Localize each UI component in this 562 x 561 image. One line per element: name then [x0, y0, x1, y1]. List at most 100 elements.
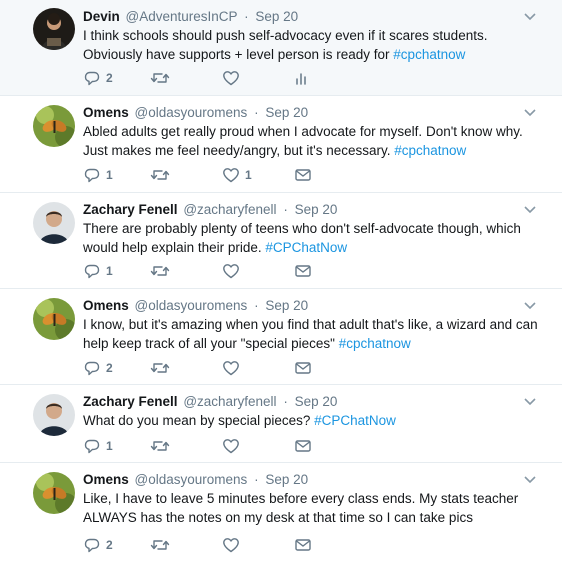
like-button[interactable]	[222, 436, 240, 456]
reply-button[interactable]: 1	[83, 436, 113, 456]
tweet[interactable]: Zachary Fenell @zacharyfenell · Sep 20 W…	[0, 385, 562, 463]
tweet-actions: 1	[83, 436, 343, 456]
tweet-date[interactable]: Sep 20	[265, 298, 308, 313]
tweet-thread: Devin @AdventuresInCP · Sep 20 I think s…	[0, 0, 562, 561]
avatar-devin[interactable]	[33, 8, 75, 50]
like-button[interactable]	[222, 535, 240, 555]
user-handle[interactable]: @oldasyouromens	[135, 105, 248, 120]
tweet[interactable]: Omens @oldasyouromens · Sep 20 I know, b…	[0, 289, 562, 385]
reply-button[interactable]: 2	[83, 68, 113, 88]
reply-icon	[84, 439, 100, 454]
separator-dot: ·	[254, 472, 259, 487]
tweet-text: Abled adults get really proud when I adv…	[83, 123, 550, 160]
display-name[interactable]: Omens	[83, 105, 129, 120]
retweet-icon	[150, 540, 170, 550]
chevron-down-icon[interactable]	[522, 203, 538, 215]
tweet-date[interactable]: Sep 20	[265, 472, 308, 487]
retweet-icon	[150, 363, 170, 373]
tweet[interactable]: Omens @oldasyouromens · Sep 20 Like, I h…	[0, 463, 562, 561]
retweet-button[interactable]	[150, 535, 170, 555]
tweet-actions: 2	[83, 358, 343, 378]
reply-count: 1	[106, 264, 113, 278]
hashtag-link[interactable]: #cpchatnow	[339, 336, 411, 351]
direct-message-button[interactable]	[294, 165, 312, 185]
avatar-zachary[interactable]	[33, 394, 75, 436]
tweet-date[interactable]: Sep 20	[295, 394, 338, 409]
reply-button[interactable]: 2	[83, 535, 113, 555]
tweet[interactable]: Omens @oldasyouromens · Sep 20 Abled adu…	[0, 96, 562, 193]
analytics-button[interactable]	[294, 68, 310, 88]
display-name[interactable]: Omens	[83, 472, 129, 487]
user-handle[interactable]: @oldasyouromens	[135, 472, 248, 487]
analytics-icon	[296, 73, 306, 85]
tweet-date[interactable]: Sep 20	[255, 9, 298, 24]
tweet-actions: 1 1	[83, 165, 343, 185]
display-name[interactable]: Omens	[83, 298, 129, 313]
retweet-button[interactable]	[150, 261, 170, 281]
heart-icon	[223, 71, 239, 86]
avatar-zachary[interactable]	[33, 202, 75, 244]
retweet-button[interactable]	[150, 436, 170, 456]
hashtag-link[interactable]: #cpchatnow	[394, 143, 466, 158]
tweet-actions: 1	[83, 261, 343, 281]
reply-count: 1	[106, 168, 113, 182]
reply-button[interactable]: 1	[83, 165, 113, 185]
direct-message-button[interactable]	[294, 358, 312, 378]
direct-message-button[interactable]	[294, 535, 312, 555]
like-button[interactable]	[222, 68, 240, 88]
separator-dot: ·	[254, 105, 259, 120]
hashtag-link[interactable]: #CPChatNow	[314, 413, 396, 428]
tweet-header: Zachary Fenell @zacharyfenell · Sep 20	[83, 393, 550, 411]
like-button[interactable]: 1	[222, 165, 252, 185]
retweet-button[interactable]	[150, 358, 170, 378]
chevron-down-icon[interactable]	[522, 106, 538, 118]
avatar-omens[interactable]	[33, 472, 75, 514]
user-handle[interactable]: @oldasyouromens	[135, 298, 248, 313]
tweet-date[interactable]: Sep 20	[265, 105, 308, 120]
direct-message-button[interactable]	[294, 261, 312, 281]
tweet[interactable]: Devin @AdventuresInCP · Sep 20 I think s…	[0, 0, 562, 96]
separator-dot: ·	[254, 298, 259, 313]
tweet-date[interactable]: Sep 20	[295, 202, 338, 217]
display-name[interactable]: Zachary Fenell	[83, 202, 178, 217]
reply-button[interactable]: 1	[83, 261, 113, 281]
tweet-body: What do you mean by special pieces?	[83, 413, 315, 428]
chevron-down-icon[interactable]	[522, 473, 538, 485]
hashtag-link[interactable]: #CPChatNow	[265, 240, 347, 255]
retweet-button[interactable]	[150, 68, 170, 88]
reply-icon	[84, 361, 100, 376]
like-button[interactable]	[222, 358, 240, 378]
chevron-down-icon[interactable]	[522, 299, 538, 311]
like-button[interactable]	[222, 261, 240, 281]
tweet-header: Omens @oldasyouromens · Sep 20	[83, 297, 550, 315]
reply-button[interactable]: 2	[83, 358, 113, 378]
avatar-omens[interactable]	[33, 105, 75, 147]
display-name[interactable]: Devin	[83, 9, 120, 24]
tweet-body: I know, but it's amazing when you find t…	[83, 317, 538, 351]
display-name[interactable]: Zachary Fenell	[83, 394, 178, 409]
reply-count: 2	[106, 361, 113, 375]
tweet-body: Like, I have to leave 5 minutes before e…	[83, 491, 519, 525]
user-handle[interactable]: @AdventuresInCP	[126, 9, 238, 24]
separator-dot: ·	[283, 202, 288, 217]
heart-icon	[223, 168, 239, 183]
chevron-down-icon[interactable]	[522, 10, 538, 22]
direct-message-button[interactable]	[294, 436, 312, 456]
hashtag-link[interactable]: #cpchatnow	[393, 47, 465, 62]
separator-dot: ·	[244, 9, 249, 24]
retweet-button[interactable]	[150, 165, 170, 185]
avatar-omens[interactable]	[33, 298, 75, 340]
tweet-text: What do you mean by special pieces? #CPC…	[83, 412, 550, 431]
retweet-icon	[150, 73, 170, 83]
chevron-down-icon[interactable]	[522, 395, 538, 407]
user-handle[interactable]: @zacharyfenell	[183, 202, 276, 217]
retweet-icon	[150, 441, 170, 451]
tweet[interactable]: Zachary Fenell @zacharyfenell · Sep 20 T…	[0, 193, 562, 289]
reply-icon	[84, 538, 100, 553]
tweet-header: Omens @oldasyouromens · Sep 20	[83, 104, 550, 122]
reply-icon	[84, 264, 100, 279]
heart-icon	[223, 264, 239, 279]
tweet-text: There are probably plenty of teens who d…	[83, 220, 550, 257]
separator-dot: ·	[283, 394, 288, 409]
user-handle[interactable]: @zacharyfenell	[183, 394, 276, 409]
